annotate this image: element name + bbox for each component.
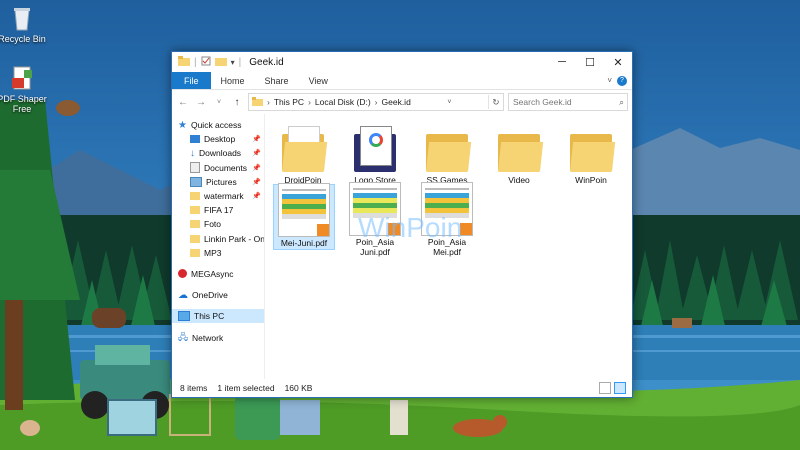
nav-item-fifa17[interactable]: FIFA 17 — [172, 203, 264, 217]
selection-count: 1 item selected — [217, 383, 275, 393]
folder-icon — [190, 234, 200, 243]
back-arrow-icon[interactable]: ← — [176, 97, 190, 108]
nav-item-watermark[interactable]: watermark 📌 — [172, 189, 264, 203]
network-icon: 🖧 — [178, 331, 189, 342]
folder-icon — [178, 55, 190, 69]
tab-file[interactable]: File — [172, 72, 211, 89]
file-explorer-window: | ▾ | Geek.id ─ ☐ ✕ File Home Share View… — [171, 51, 633, 398]
properties-icon[interactable] — [201, 56, 211, 69]
pictures-icon — [190, 176, 202, 187]
pdf-shaper-badge-icon — [459, 222, 472, 235]
folder-icon — [190, 206, 200, 215]
pin-icon[interactable]: 📌 — [252, 178, 264, 186]
expand-ribbon-icon[interactable]: ˅ — [607, 76, 612, 85]
folder-icon — [354, 126, 396, 172]
breadcrumb-this-pc[interactable]: This PC — [274, 97, 304, 107]
folder-icon — [190, 220, 200, 229]
help-icon[interactable]: ? — [617, 75, 627, 86]
nav-item-desktop[interactable]: Desktop 📌 — [172, 132, 264, 146]
navigation-pane: ★ Quick access Desktop 📌 ↓ Downloads 📌 D… — [172, 114, 265, 379]
nav-item-mp3[interactable]: MP3 — [172, 246, 264, 260]
folder-item-video[interactable]: Video — [489, 116, 549, 185]
desktop-icon-label: PDF Shaper Free — [0, 94, 47, 114]
pin-icon[interactable]: 📌 — [252, 192, 264, 200]
pdf-thumbnail — [421, 182, 473, 236]
recycle-bin-icon — [8, 4, 36, 32]
selection-size: 160 KB — [284, 383, 313, 393]
ribbon-tabs: File Home Share View ˅ ? — [172, 72, 632, 90]
folder-item-droidpoin[interactable]: DroidPoin — [273, 116, 333, 185]
nav-item-foto[interactable]: Foto — [172, 217, 264, 231]
tab-home[interactable]: Home — [211, 72, 255, 89]
pdf-shaper-icon — [8, 64, 36, 92]
file-list: DroidPoin Logo Store SS Games Video WinP… — [265, 114, 632, 379]
minimize-button[interactable]: ─ — [548, 52, 576, 72]
folder-item-logo-store[interactable]: Logo Store — [345, 116, 405, 185]
search-box[interactable]: ⌕ — [508, 93, 628, 111]
folder-icon — [498, 126, 544, 172]
folder-item-ss-games[interactable]: SS Games — [417, 116, 477, 185]
pin-icon[interactable]: 📌 — [252, 149, 264, 157]
folder-icon — [252, 96, 263, 108]
nav-this-pc[interactable]: This PC — [172, 309, 264, 324]
desktop-icon-pdf-shaper[interactable]: PDF Shaper Free — [0, 64, 50, 114]
address-dropdown-icon[interactable]: ˅ — [447, 99, 451, 106]
folder-icon — [426, 126, 472, 172]
item-count: 8 items — [180, 383, 208, 393]
chevron-down-icon[interactable]: ▾ — [231, 58, 235, 67]
navigation-bar: ← → ˅ ↑ › This PC › Local Disk (D:) › Ge… — [172, 90, 632, 114]
nav-onedrive[interactable]: ☁ OneDrive — [172, 288, 264, 302]
pdf-thumbnail — [349, 182, 401, 236]
quick-access-toolbar: | ▾ | — [172, 55, 241, 69]
close-button[interactable]: ✕ — [604, 52, 632, 72]
folder-icon — [570, 126, 616, 172]
pdf-item-poin-asia-juni[interactable]: Poin_Asia Juni.pdf — [345, 182, 405, 257]
recent-locations-icon[interactable]: ˅ — [212, 99, 226, 106]
maximize-button[interactable]: ☐ — [576, 52, 604, 72]
pdf-shaper-badge-icon — [387, 222, 400, 235]
breadcrumb-geek-id[interactable]: Geek.id — [382, 97, 411, 107]
pdf-item-mei-juni[interactable]: Mei-Juni.pdf — [273, 183, 335, 250]
computer-icon — [178, 311, 190, 322]
folder-icon — [190, 248, 200, 257]
desktop-icon — [190, 135, 200, 144]
search-icon: ⌕ — [619, 96, 624, 107]
folder-item-winpoin[interactable]: WinPoin — [561, 116, 621, 185]
tab-view[interactable]: View — [299, 72, 338, 89]
star-icon: ★ — [178, 119, 187, 131]
up-arrow-icon[interactable]: ↑ — [230, 97, 244, 108]
nav-item-linkin-park[interactable]: Linkin Park - One M — [172, 232, 264, 246]
title-bar[interactable]: | ▾ | Geek.id ─ ☐ ✕ — [172, 52, 632, 72]
download-icon: ↓ — [190, 147, 195, 159]
status-bar: 8 items 1 item selected 160 KB — [172, 379, 632, 397]
refresh-icon[interactable]: ↻ — [487, 95, 503, 109]
folder-icon — [282, 126, 328, 172]
pdf-thumbnail — [278, 183, 330, 237]
desktop-icon-recycle-bin[interactable]: Recycle Bin — [0, 4, 50, 44]
nav-item-documents[interactable]: Documents 📌 — [172, 161, 264, 175]
nav-network[interactable]: 🖧 Network — [172, 330, 264, 344]
pin-icon[interactable]: 📌 — [252, 135, 264, 143]
large-icons-view-icon[interactable] — [614, 382, 626, 394]
new-folder-icon[interactable] — [214, 56, 227, 69]
address-bar[interactable]: › This PC › Local Disk (D:) › Geek.id ˅ … — [248, 93, 504, 111]
details-view-icon[interactable] — [599, 382, 611, 394]
cloud-icon: ☁ — [178, 289, 188, 301]
tab-share[interactable]: Share — [255, 72, 299, 89]
search-input[interactable] — [513, 97, 605, 107]
pdf-shaper-badge-icon — [316, 223, 329, 236]
breadcrumb-local-disk[interactable]: Local Disk (D:) — [315, 97, 371, 107]
nav-item-pictures[interactable]: Pictures 📌 — [172, 175, 264, 189]
nav-item-downloads[interactable]: ↓ Downloads 📌 — [172, 146, 264, 160]
forward-arrow-icon[interactable]: → — [194, 97, 208, 108]
nav-megasync[interactable]: MEGAsync — [172, 267, 264, 281]
folder-icon — [190, 192, 200, 201]
pdf-item-poin-asia-mei[interactable]: Poin_Asia Mei.pdf — [417, 182, 477, 257]
pin-icon[interactable]: 📌 — [252, 164, 264, 172]
documents-icon — [190, 162, 200, 174]
window-title: Geek.id — [249, 56, 284, 68]
desktop-icon-label: Recycle Bin — [0, 34, 46, 44]
nav-quick-access[interactable]: ★ Quick access — [172, 118, 264, 132]
mega-icon — [178, 269, 187, 279]
